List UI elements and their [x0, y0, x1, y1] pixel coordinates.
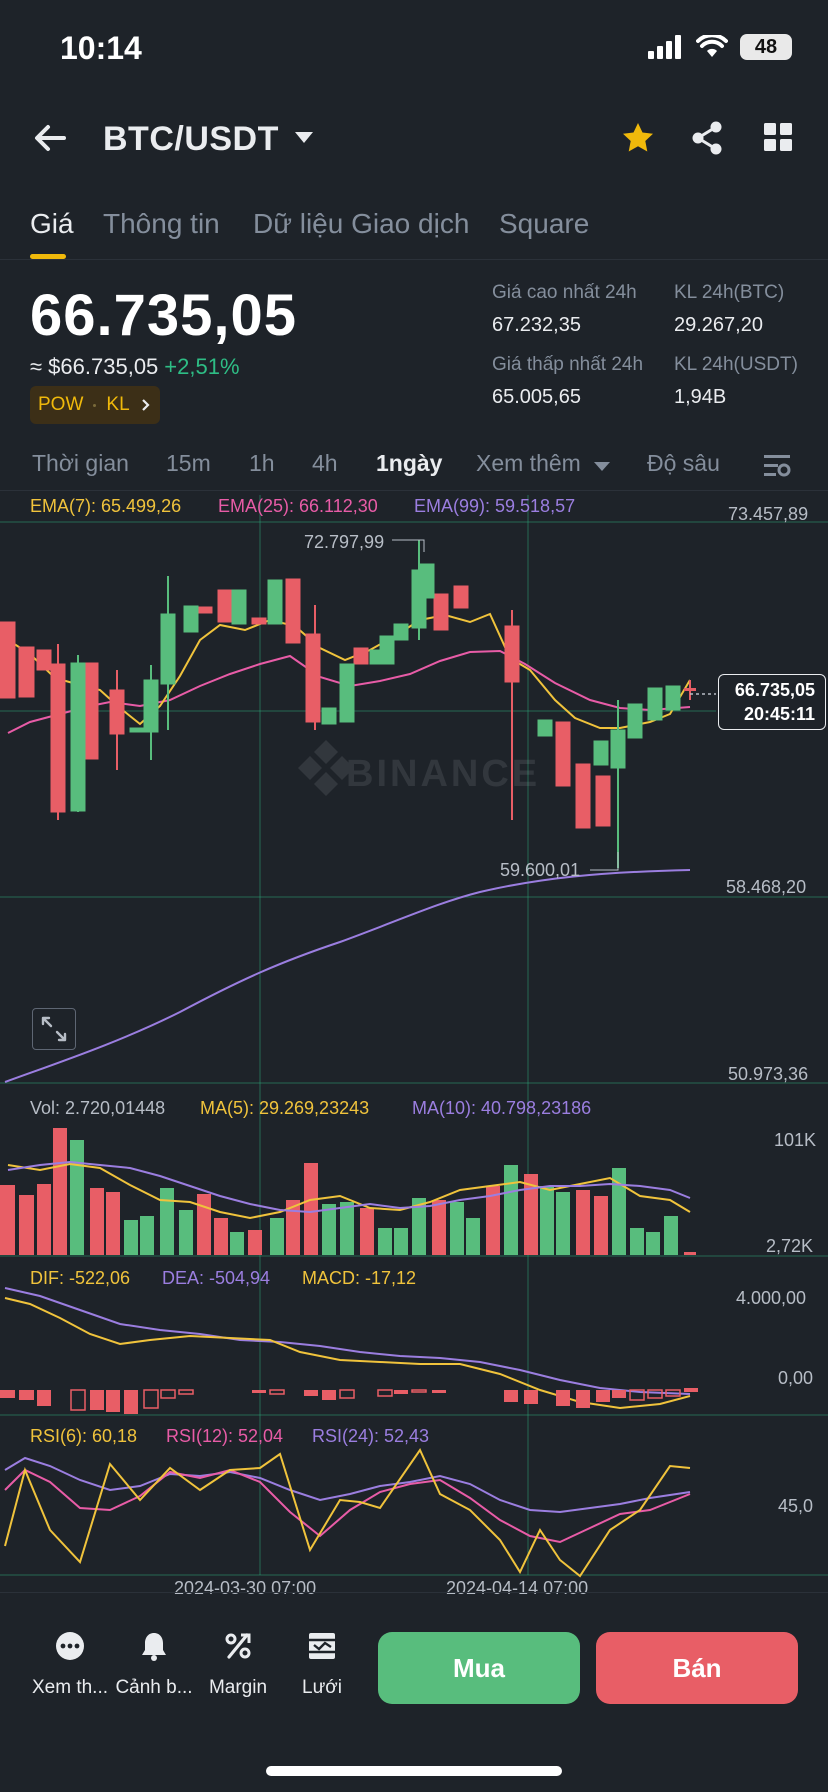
macd-axis-mid: 0,00: [778, 1368, 814, 1388]
expand-icon: [41, 1016, 67, 1042]
rsi24-line: [4, 1456, 691, 1514]
grid-bot-icon: [309, 1633, 335, 1659]
ema25-label: EMA(25): 66.112,30: [218, 496, 378, 516]
macd-value-label: MACD: -17,12: [302, 1268, 417, 1288]
macd-histogram: [0, 1388, 698, 1414]
more-icon: [56, 1632, 84, 1660]
grid-bot-button[interactable]: Lưới: [272, 1630, 372, 1699]
macd-axis-top: 4.000,00: [736, 1288, 807, 1308]
ema99-line: [4, 869, 691, 1083]
sell-button[interactable]: Bán: [596, 1632, 798, 1704]
rsi-axis-mid: 45,0: [778, 1496, 814, 1516]
kline-chart[interactable]: BINANCE 72.797,99 59.600,01: [0, 0, 828, 1592]
rsi12-label: RSI(12): 52,04: [166, 1426, 284, 1446]
vol-ma5-label: MA(5): 29.269,23243: [200, 1098, 370, 1118]
vol-label: Vol: 2.720,01448: [30, 1098, 166, 1118]
last-price-tag-value: 66.735,05: [734, 680, 815, 700]
high-mark-label: 72.797,99: [304, 532, 384, 552]
bottom-action-bar: Xem th... Cảnh b... Margin Lưới Mua Bán: [0, 1592, 828, 1792]
macd-dea-line: [4, 1287, 691, 1395]
expand-chart-button[interactable]: [32, 1008, 76, 1050]
bottom-divider: [0, 1592, 828, 1593]
macd-dif-label: DIF: -522,06: [30, 1268, 131, 1288]
axis-bot-price: 50.973,36: [728, 1064, 809, 1084]
low-mark-label: 59.600,01: [500, 860, 580, 880]
axis-top-price: 73.457,89: [728, 504, 809, 524]
home-indicator: [266, 1766, 562, 1776]
vol-axis-top: 101K: [774, 1130, 817, 1150]
bell-icon: [142, 1633, 166, 1661]
rsi12-line: [4, 1468, 691, 1544]
volume-bars: [0, 1128, 696, 1255]
margin-percent-icon: [225, 1633, 251, 1659]
axis-mid-price: 58.468,20: [726, 877, 807, 897]
low-marker: [590, 852, 619, 871]
vol-axis-bot: 2,72K: [766, 1236, 814, 1256]
rsi6-label: RSI(6): 60,18: [30, 1426, 138, 1446]
last-price-tag: 66.735,05 20:45:11: [718, 674, 826, 730]
macd-dea-label: DEA: -504,94: [162, 1268, 271, 1288]
rsi24-label: RSI(24): 52,43: [312, 1426, 430, 1446]
ema7-label: EMA(7): 65.499,26: [30, 496, 182, 516]
buy-button[interactable]: Mua: [378, 1632, 580, 1704]
countdown-value: 20:45:11: [743, 704, 815, 724]
grid-bot-label: Lưới: [302, 1677, 342, 1698]
vol-ma10-label: MA(10): 40.798,23186: [412, 1098, 592, 1118]
ema99-label: EMA(99): 59.518,57: [414, 496, 576, 516]
binance-watermark: BINANCE: [298, 740, 537, 796]
